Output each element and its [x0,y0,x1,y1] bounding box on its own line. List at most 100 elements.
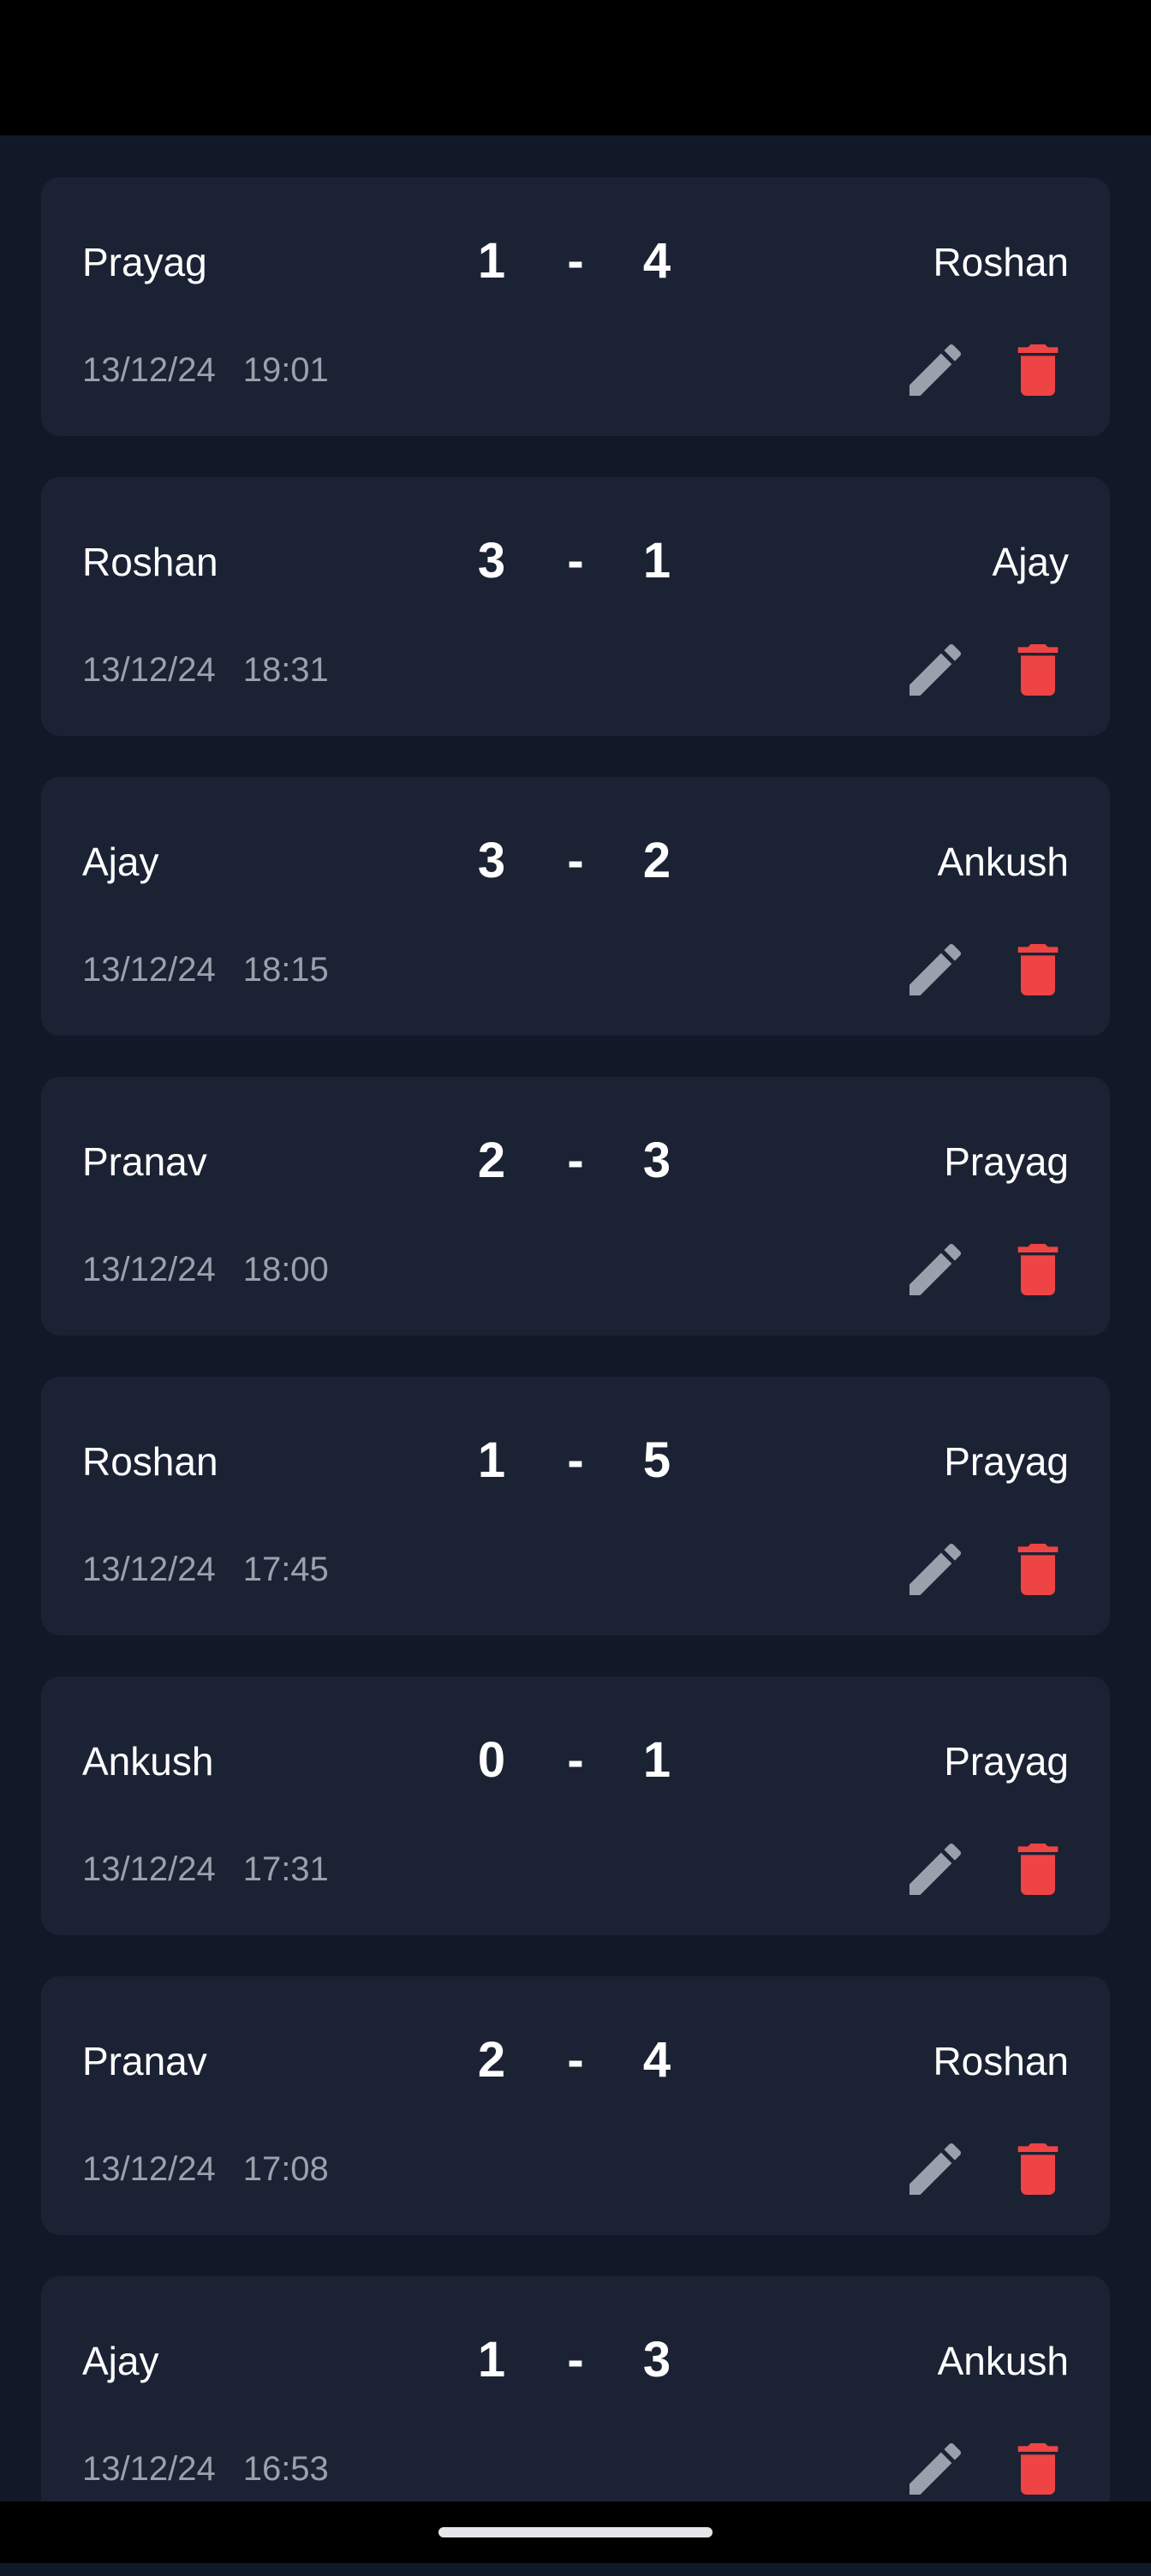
pencil-icon [909,1243,962,1295]
player-one-name: Ajay [82,2339,159,2383]
trash-icon [1017,1844,1059,1895]
player-one-name: Roshan [82,1439,218,1484]
player-one-score: 3 [477,833,506,888]
player-one-score: 1 [477,1432,506,1488]
match-card: Ajay 3 - 2 Ankush 13/12/24 18:15 [41,777,1110,1036]
pencil-icon [909,643,962,696]
delete-match-button[interactable] [1004,1235,1072,1304]
delete-match-button[interactable] [1004,636,1072,704]
status-bar [0,0,1151,135]
trash-icon [1017,1244,1059,1295]
edit-match-button[interactable] [901,2435,969,2503]
match-timestamp: 13/12/24 16:53 [82,2439,329,2499]
match-timestamp: 13/12/24 18:00 [82,1240,329,1300]
edit-match-button[interactable] [901,336,969,404]
match-date: 13/12/24 [82,951,216,989]
match-time: 16:53 [242,2450,329,2488]
pencil-icon [909,943,962,995]
match-date: 13/12/24 [82,2150,216,2188]
pencil-icon [909,344,962,396]
pencil-icon [909,1843,962,1895]
player-two-score: 3 [642,1133,671,1188]
player-two-score: 1 [642,533,671,589]
edit-match-button[interactable] [901,935,969,1004]
match-time: 18:00 [242,1251,329,1288]
match-timestamp: 13/12/24 17:08 [82,2139,329,2199]
trash-icon [1017,644,1059,696]
player-two-name: Roshan [933,240,1069,284]
trash-icon [1017,1544,1059,1595]
match-date: 13/12/24 [82,1551,216,1588]
score-separator: - [567,533,584,589]
home-indicator[interactable] [438,2527,713,2537]
match-card: Prayag 1 - 4 Roshan 13/12/24 19:01 [41,177,1110,436]
match-date: 13/12/24 [82,1850,216,1888]
delete-match-button[interactable] [1004,1535,1072,1604]
player-one-score: 1 [477,2332,506,2388]
delete-match-button[interactable] [1004,1835,1072,1904]
player-one-name: Pranav [82,1139,207,1184]
trash-icon [1017,2143,1059,2195]
player-two-score: 4 [642,2032,671,2088]
player-two-name: Prayag [944,1439,1069,1484]
match-date: 13/12/24 [82,2450,216,2488]
score-separator: - [567,833,584,888]
match-time: 18:15 [242,951,329,989]
player-one-score: 3 [477,533,506,589]
player-two-name: Prayag [944,1139,1069,1184]
edit-match-button[interactable] [901,636,969,704]
player-two-score: 3 [642,2332,671,2388]
match-card: Pranav 2 - 4 Roshan 13/12/24 17:08 [41,1976,1110,2235]
pencil-icon [909,2143,962,2195]
player-two-name: Roshan [933,2039,1069,2083]
player-two-name: Prayag [944,1739,1069,1784]
match-timestamp: 13/12/24 18:15 [82,940,329,1000]
match-card: Roshan 1 - 5 Prayag 13/12/24 17:45 [41,1377,1110,1635]
match-card: Ajay 1 - 3 Ankush 13/12/24 16:53 [41,2276,1110,2535]
score-separator: - [567,233,584,289]
edit-match-button[interactable] [901,1535,969,1604]
edit-match-button[interactable] [901,1235,969,1304]
score-separator: - [567,1732,584,1788]
match-date: 13/12/24 [82,651,216,689]
pencil-icon [909,1543,962,1595]
score-separator: - [567,1432,584,1488]
match-timestamp: 13/12/24 19:01 [82,340,329,400]
match-card: Pranav 2 - 3 Prayag 13/12/24 18:00 [41,1077,1110,1336]
delete-match-button[interactable] [1004,336,1072,404]
player-two-score: 4 [642,233,671,289]
delete-match-button[interactable] [1004,2435,1072,2503]
match-time: 17:08 [242,2150,329,2188]
match-time: 18:31 [242,651,329,689]
match-date: 13/12/24 [82,1251,216,1288]
player-one-score: 2 [477,2032,506,2088]
player-two-name: Ajay [992,540,1069,584]
match-card: Roshan 3 - 1 Ajay 13/12/24 18:31 [41,477,1110,736]
player-one-name: Pranav [82,2039,207,2083]
match-time: 17:31 [242,1850,329,1888]
trash-icon [1017,944,1059,995]
edit-match-button[interactable] [901,2135,969,2203]
player-one-name: Prayag [82,240,207,284]
player-two-score: 5 [642,1432,671,1488]
edit-match-button[interactable] [901,1835,969,1904]
score-separator: - [567,2032,584,2088]
score-separator: - [567,1133,584,1188]
player-two-score: 1 [642,1732,671,1788]
player-two-name: Ankush [937,840,1069,884]
delete-match-button[interactable] [1004,935,1072,1004]
match-list: Prayag 1 - 4 Roshan 13/12/24 19:01 Roshan… [41,177,1110,2576]
match-time: 19:01 [242,351,329,389]
trash-icon [1017,2443,1059,2495]
player-two-name: Ankush [937,2339,1069,2383]
player-one-name: Ankush [82,1739,214,1784]
navigation-bar [0,2501,1151,2563]
score-separator: - [567,2332,584,2388]
match-date: 13/12/24 [82,351,216,389]
delete-match-button[interactable] [1004,2135,1072,2203]
player-one-score: 1 [477,233,506,289]
pencil-icon [909,2442,962,2495]
player-one-name: Ajay [82,840,159,884]
player-one-score: 2 [477,1133,506,1188]
match-timestamp: 13/12/24 17:31 [82,1839,329,1899]
